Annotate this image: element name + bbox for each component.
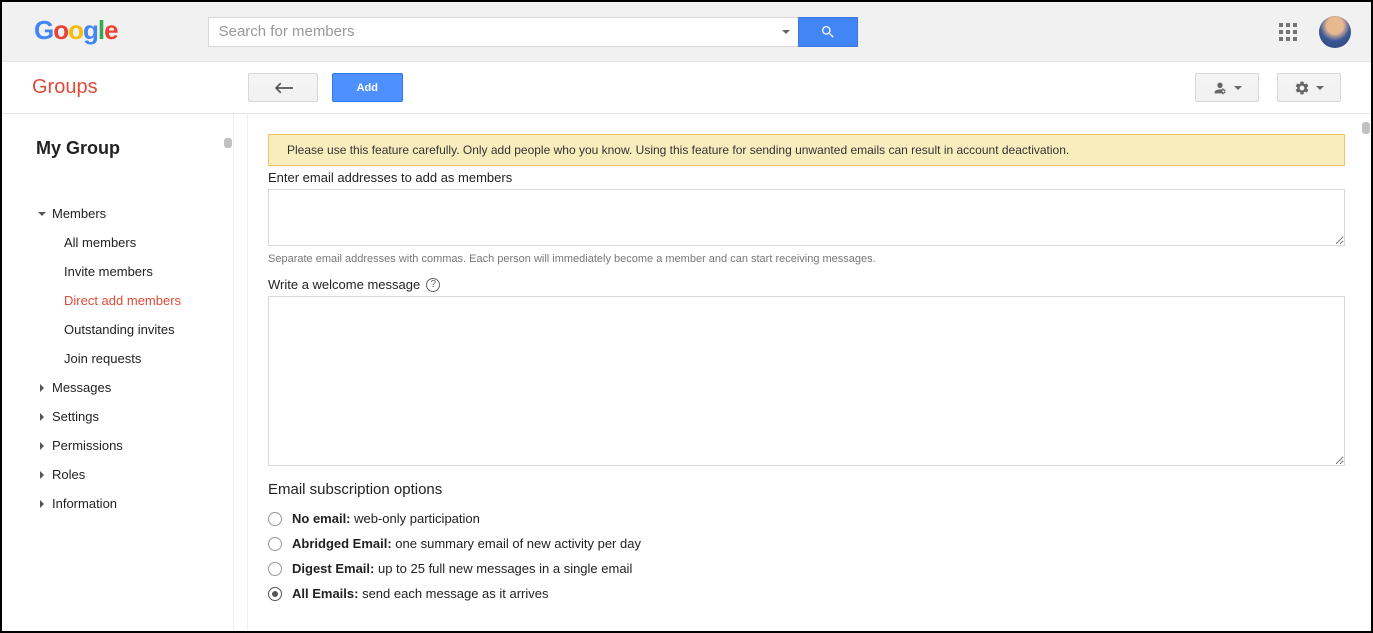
search-container — [208, 17, 858, 47]
back-button[interactable] — [248, 73, 318, 102]
radio-label-bold: Abridged Email: — [292, 536, 392, 551]
radio-input[interactable] — [268, 512, 282, 526]
toolbar-left: Add — [248, 73, 403, 102]
chevron-down-icon — [1234, 86, 1242, 90]
nav-direct-add-members[interactable]: Direct add members — [2, 286, 233, 315]
radio-label-text: web-only participation — [351, 511, 480, 526]
radio-label-text: up to 25 full new messages in a single e… — [374, 561, 632, 576]
nav-all-members[interactable]: All members — [2, 228, 233, 257]
radio-digest-email[interactable]: Digest Email: up to 25 full new messages… — [268, 556, 1345, 581]
back-arrow-icon — [273, 81, 293, 95]
nav-outstanding-invites[interactable]: Outstanding invites — [2, 315, 233, 344]
radio-input[interactable] — [268, 537, 282, 551]
sidebar-scrollbar[interactable] — [224, 138, 232, 148]
manage-members-button[interactable] — [1195, 73, 1259, 102]
radio-label: Digest Email: up to 25 full new messages… — [292, 561, 632, 576]
subscription-options-title: Email subscription options — [268, 481, 1345, 498]
radio-label-bold: No email: — [292, 511, 351, 526]
gutter — [234, 114, 248, 631]
toolbar: Groups Add — [2, 62, 1371, 114]
welcome-message-input[interactable] — [268, 296, 1345, 466]
radio-label: All Emails: send each message as it arri… — [292, 586, 549, 601]
content: Please use this feature carefully. Only … — [248, 114, 1371, 631]
radio-label-bold: All Emails: — [292, 586, 358, 601]
welcome-message-label-text: Write a welcome message — [268, 277, 420, 292]
content-scrollbar[interactable] — [1362, 122, 1370, 134]
email-hint: Separate email addresses with commas. Ea… — [268, 253, 1345, 265]
radio-label: No email: web-only participation — [292, 511, 480, 526]
nav-join-requests[interactable]: Join requests — [2, 344, 233, 373]
nav-roles[interactable]: Roles — [2, 460, 233, 489]
body: My Group Members All members Invite memb… — [2, 114, 1371, 631]
header-bar: Google — [2, 2, 1371, 62]
header-right — [1279, 16, 1371, 48]
search-icon — [820, 24, 836, 40]
radio-no-email[interactable]: No email: web-only participation — [268, 506, 1345, 531]
radio-input[interactable] — [268, 587, 282, 601]
content-pad: Please use this feature carefully. Only … — [248, 114, 1371, 626]
user-avatar[interactable] — [1319, 16, 1351, 48]
nav-settings[interactable]: Settings — [2, 402, 233, 431]
app-title[interactable]: Groups — [32, 76, 98, 99]
search-input[interactable] — [208, 17, 798, 47]
radio-label-text: send each message as it arrives — [358, 586, 548, 601]
radio-label-bold: Digest Email: — [292, 561, 374, 576]
chevron-down-icon — [1316, 86, 1324, 90]
apps-icon[interactable] — [1279, 23, 1297, 41]
sidebar: My Group Members All members Invite memb… — [2, 114, 234, 631]
group-name: My Group — [2, 138, 233, 159]
toolbar-right — [1195, 73, 1341, 102]
radio-label: Abridged Email: one summary email of new… — [292, 536, 641, 551]
person-gear-icon — [1212, 80, 1228, 96]
radio-all-emails[interactable]: All Emails: send each message as it arri… — [268, 581, 1345, 606]
nav-invite-members[interactable]: Invite members — [2, 257, 233, 286]
google-logo[interactable]: Google — [34, 15, 118, 46]
email-addresses-input[interactable] — [268, 189, 1345, 246]
search-box — [208, 17, 798, 47]
email-addresses-label: Enter email addresses to add as members — [268, 170, 1345, 185]
search-dropdown-icon[interactable] — [782, 30, 790, 34]
nav-list: Members All members Invite members Direc… — [2, 199, 233, 518]
add-button[interactable]: Add — [332, 73, 403, 102]
welcome-message-label: Write a welcome message ? — [268, 277, 1345, 292]
radio-input[interactable] — [268, 562, 282, 576]
help-icon[interactable]: ? — [426, 278, 440, 292]
gear-icon — [1294, 80, 1310, 96]
nav-permissions[interactable]: Permissions — [2, 431, 233, 460]
radio-label-text: one summary email of new activity per da… — [392, 536, 641, 551]
warning-banner: Please use this feature carefully. Only … — [268, 134, 1345, 166]
nav-messages[interactable]: Messages — [2, 373, 233, 402]
radio-abridged-email[interactable]: Abridged Email: one summary email of new… — [268, 531, 1345, 556]
nav-members[interactable]: Members — [2, 199, 233, 228]
settings-button[interactable] — [1277, 73, 1341, 102]
nav-information[interactable]: Information — [2, 489, 233, 518]
search-button[interactable] — [798, 17, 858, 47]
